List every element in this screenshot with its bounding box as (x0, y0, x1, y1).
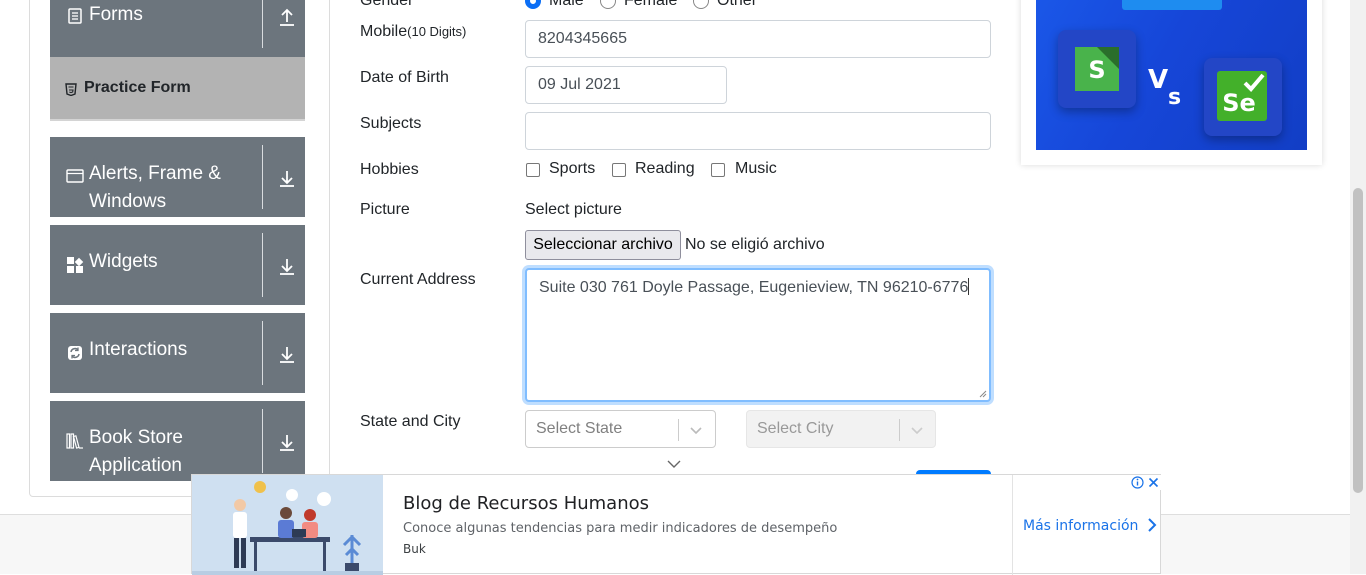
gender-other-label[interactable]: Other (717, 0, 757, 10)
select-separator (678, 419, 679, 441)
subjects-input[interactable] (525, 112, 991, 150)
html5-icon (65, 83, 77, 96)
widgets-icon (67, 257, 84, 273)
sidebar-group-book-store[interactable]: Book Store Application (50, 401, 305, 481)
ad-tile-right: Se (1204, 58, 1282, 136)
gender-female-label[interactable]: Female (624, 0, 677, 10)
gender-other-radio[interactable] (693, 0, 709, 9)
mobile-hint: (10 Digits) (407, 24, 467, 39)
svg-text:Se: Se (1222, 89, 1256, 117)
bottom-ad-image[interactable] (192, 475, 383, 575)
mobile-label: Mobile(10 Digits) (360, 23, 466, 41)
chevron-down-icon (911, 427, 923, 435)
ad-description[interactable]: Conoce algunas tendencias para medir ind… (403, 521, 837, 536)
divider (262, 0, 263, 48)
versus-icon: V s (1148, 65, 1181, 108)
sidebar-group-label: Widgets (89, 251, 158, 272)
gender-female-radio[interactable] (600, 0, 616, 9)
hobby-music-label[interactable]: Music (735, 160, 777, 178)
sidebar-group-widgets[interactable]: Widgets (50, 225, 305, 305)
svg-text:V: V (1148, 65, 1168, 95)
city-select: Select City (746, 410, 936, 448)
hobby-music-checkbox[interactable] (711, 163, 725, 177)
state-select[interactable]: Select State (525, 410, 716, 448)
sidebar-group-alerts[interactable]: Alerts, Frame & Windows (50, 137, 305, 217)
scrollbar-thumb[interactable] (1353, 188, 1363, 493)
sidebar-group-forms[interactable]: Forms (50, 0, 305, 57)
city-placeholder: Select City (757, 420, 834, 437)
resize-handle-icon[interactable] (979, 390, 987, 398)
selenium-logo-icon: Se (1217, 71, 1267, 121)
file-status: No se eligió archivo (685, 236, 825, 253)
sidebar-item-practice-form[interactable]: Practice Form (50, 57, 305, 121)
sidebar-group-label: Forms (89, 4, 143, 25)
hobby-sports-label[interactable]: Sports (549, 160, 595, 178)
divider (262, 145, 263, 209)
sidebar-group-interactions[interactable]: Interactions (50, 313, 305, 393)
dob-input[interactable]: 09 Jul 2021 (525, 66, 727, 104)
sidebar-group-label-line2: Application (89, 455, 182, 476)
picture-label: Picture (360, 201, 410, 218)
choose-file-button[interactable]: Seleccionar archivo (525, 230, 681, 260)
gender-male-label[interactable]: Male (549, 0, 584, 10)
dob-label: Date of Birth (360, 69, 449, 86)
katalon-logo-icon: S (1075, 47, 1119, 91)
chevron-down-icon[interactable] (666, 458, 682, 470)
subjects-label: Subjects (360, 115, 422, 132)
address-textarea[interactable]: Suite 030 761 Doyle Passage, Eugenieview… (525, 268, 991, 402)
svg-text:S: S (1088, 56, 1105, 84)
state-city-label: State and City (360, 413, 461, 430)
chevron-down-icon[interactable] (689, 423, 703, 437)
document-icon (68, 8, 82, 24)
ad-divider (1012, 475, 1013, 575)
ad-cta-link[interactable]: Más información (1023, 517, 1157, 534)
mobile-input[interactable]: 8204345665 (525, 20, 991, 58)
chevron-right-icon (1148, 518, 1157, 532)
hobby-reading-label[interactable]: Reading (635, 160, 695, 178)
hobbies-label: Hobbies (360, 161, 419, 178)
mobile-label-text: Mobile (360, 23, 408, 40)
divider (262, 321, 263, 385)
hobby-reading-checkbox[interactable] (612, 163, 626, 177)
sidebar-item-label: Practice Form (84, 79, 191, 96)
sync-icon (68, 346, 82, 360)
arrow-down-icon[interactable] (278, 256, 296, 276)
text-cursor (968, 278, 970, 295)
ad-info-icon[interactable] (1130, 475, 1145, 490)
sidebar-group-label-line2: Windows (89, 191, 167, 212)
select-picture-text: Select picture (525, 201, 622, 218)
arrow-down-icon[interactable] (278, 168, 296, 188)
mobile-value: 8204345665 (538, 30, 627, 47)
divider (262, 233, 263, 297)
arrow-down-icon[interactable] (278, 344, 296, 364)
hobby-sports-checkbox[interactable] (526, 163, 540, 177)
dob-value: 09 Jul 2021 (538, 76, 621, 93)
sidebar-group-label: Interactions (89, 339, 188, 360)
ad-banner-shape (1122, 0, 1222, 10)
sidebar-group-label-line1: Alerts, Frame & (89, 163, 221, 184)
ad-cta-label: Más información (1023, 518, 1139, 534)
arrow-down-icon[interactable] (278, 432, 296, 452)
ad-brand[interactable]: Buk (403, 542, 426, 556)
ad-tile-left: S (1058, 30, 1136, 108)
gender-male-radio[interactable] (525, 0, 541, 9)
window-icon (66, 169, 84, 183)
bottom-ad-banner[interactable]: Blog de Recursos Humanos Conoce algunas … (191, 474, 1161, 575)
arrow-up-icon[interactable] (278, 7, 296, 27)
ad-close-icon[interactable] (1146, 475, 1161, 490)
sidebar-group-label-line1: Book Store (89, 427, 183, 448)
svg-text:s: s (1168, 85, 1181, 108)
address-value: Suite 030 761 Doyle Passage, Eugenieview… (539, 279, 969, 296)
gender-label: Gender (360, 0, 414, 9)
ad-title[interactable]: Blog de Recursos Humanos (403, 493, 649, 514)
select-separator (899, 419, 900, 441)
state-placeholder: Select State (536, 420, 623, 437)
divider (262, 409, 263, 473)
books-icon (66, 433, 83, 449)
side-ad-image[interactable]: S V s Se (1036, 0, 1307, 150)
office-illustration-icon (192, 475, 383, 575)
address-label: Current Address (360, 271, 476, 288)
